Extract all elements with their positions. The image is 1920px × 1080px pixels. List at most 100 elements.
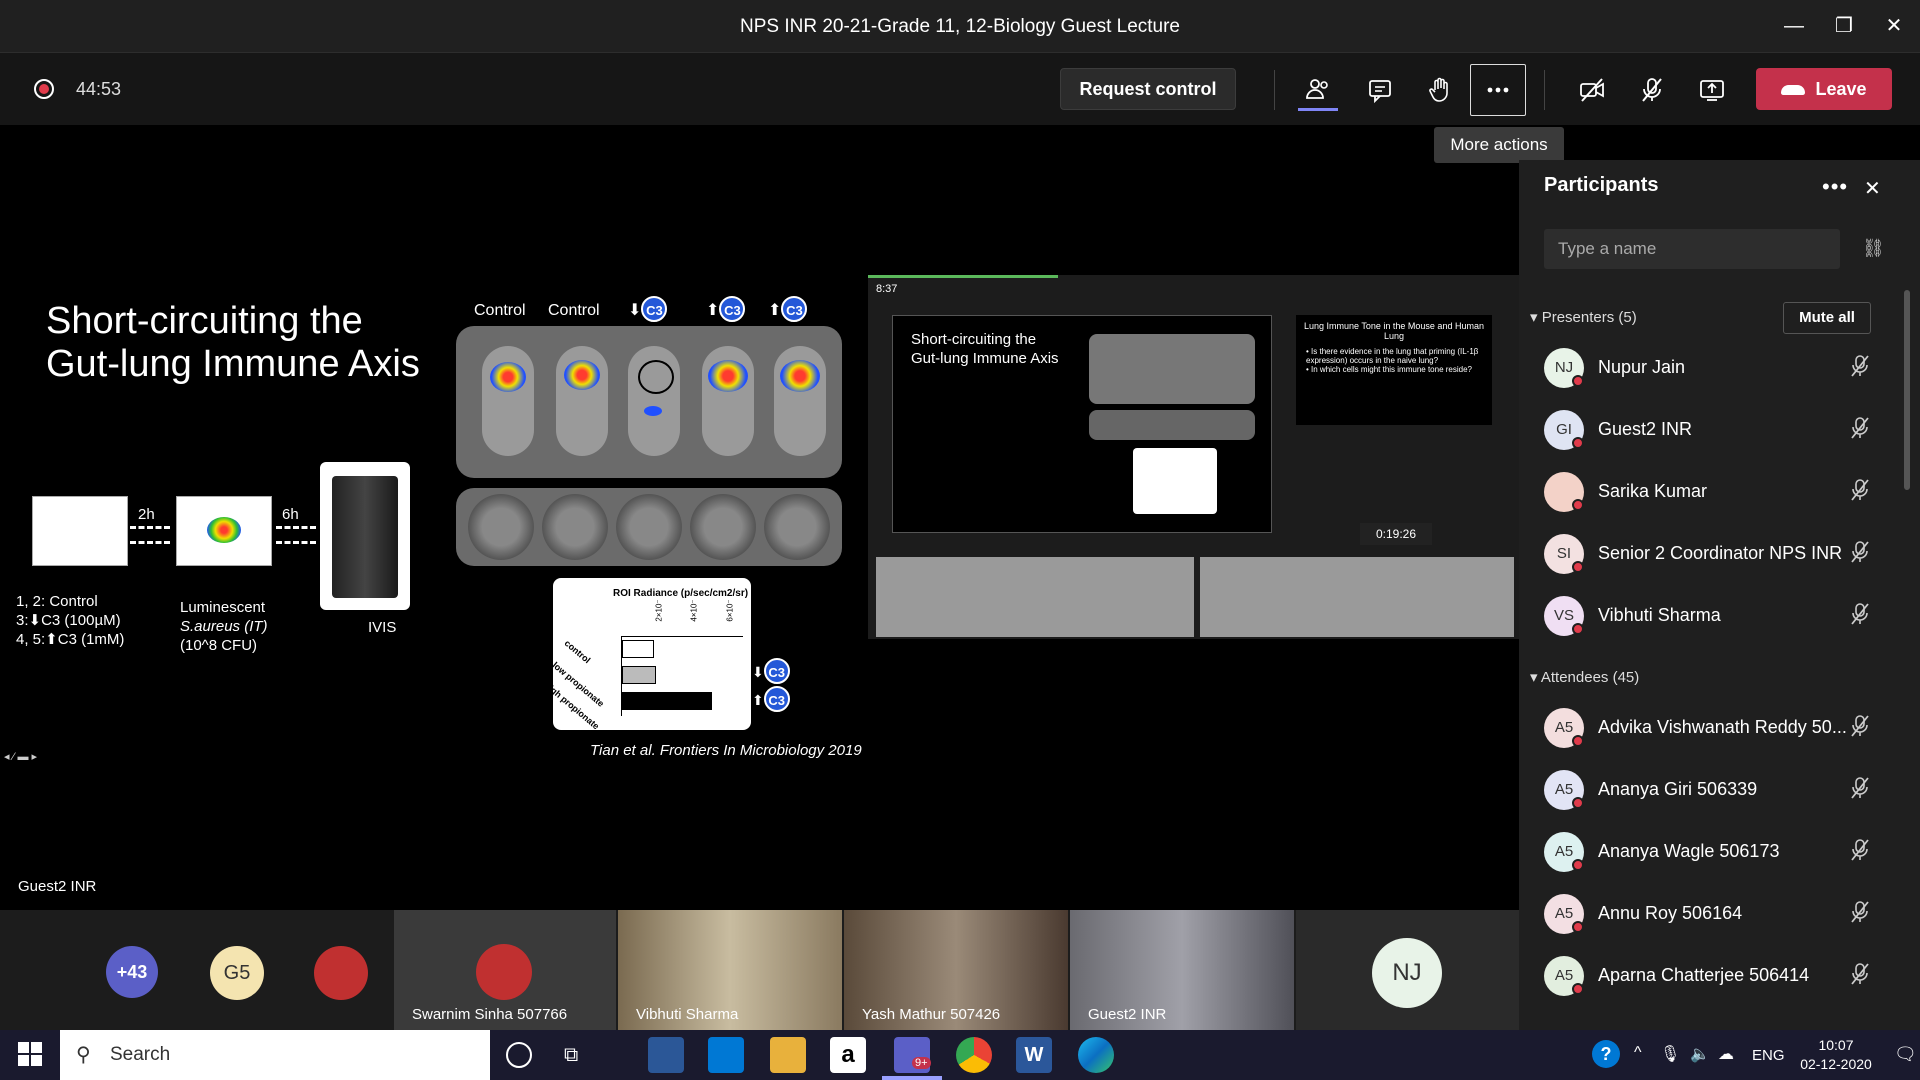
step-label-6h: 6h: [282, 506, 299, 523]
search-icon: ⚲: [76, 1044, 91, 1066]
video-tile[interactable]: NJ: [1296, 910, 1519, 1030]
participant-row[interactable]: GI Guest2 INR: [1544, 405, 1884, 455]
status-dot: [1572, 499, 1584, 511]
row-label: control: [562, 638, 593, 666]
leave-button[interactable]: Leave: [1756, 68, 1892, 110]
teams-badge: 9+: [912, 1057, 931, 1069]
word-app-icon[interactable]: W: [1016, 1037, 1052, 1073]
chart-c3-low-marker: ⬇ C3: [752, 658, 790, 684]
presenters-section-header[interactable]: ▾ Presenters (5): [1530, 308, 1637, 326]
leave-label: Leave: [1815, 79, 1867, 99]
panel-more-icon[interactable]: •••: [1822, 174, 1848, 200]
close-window-button[interactable]: ✕: [1874, 8, 1914, 44]
amazon-app-icon[interactable]: a: [830, 1037, 866, 1073]
close-panel-icon[interactable]: ✕: [1864, 176, 1881, 201]
active-app-indicator: [882, 1076, 942, 1080]
participant-row[interactable]: SI Senior 2 Coordinator NPS INR: [1544, 529, 1884, 579]
teams-app-icon[interactable]: 9+: [894, 1037, 931, 1073]
panel-scrollbar[interactable]: [1904, 290, 1910, 490]
participant-row[interactable]: NJ Nupur Jain: [1544, 343, 1884, 393]
onedrive-cloud-icon[interactable]: ☁: [1718, 1044, 1734, 1064]
mic-toggle-button[interactable]: [1624, 64, 1680, 116]
video-tile[interactable]: Guest2 INR: [1070, 910, 1294, 1030]
clock-date: 02-12-2020: [1800, 1056, 1872, 1072]
thumbnail-slide: Short-circuiting the Gut-lung Immune Axi…: [892, 315, 1272, 533]
speaker-tray-icon[interactable]: 🔈: [1690, 1044, 1710, 1064]
share-screen-icon: [1700, 80, 1724, 101]
ivis-label: IVIS: [368, 619, 397, 636]
taskbar-search-box[interactable]: ⚲ Search: [60, 1030, 490, 1080]
video-tile[interactable]: Yash Mathur 507426: [844, 910, 1068, 1030]
mouse-drawing: [32, 496, 128, 566]
step-label-2h: 2h: [138, 506, 155, 523]
participant-name: Nupur Jain: [1598, 357, 1686, 377]
participant-avatar-image[interactable]: [314, 946, 368, 1000]
speaker-name-label: Guest2 INR: [18, 878, 97, 895]
slide-title: Short-circuiting the Gut-lung Immune Axi…: [46, 300, 420, 385]
show-conversation-button[interactable]: [1352, 64, 1408, 116]
participant-name: Sarika Kumar: [1598, 481, 1708, 501]
mouse-image: [774, 346, 826, 456]
note-line: S.aureus (IT): [180, 618, 268, 635]
participant-row[interactable]: VS Vibhuti Sharma: [1544, 591, 1884, 641]
more-actions-tooltip: More actions: [1434, 127, 1564, 163]
share-content-button[interactable]: [1684, 64, 1740, 116]
help-icon[interactable]: ?: [1592, 1040, 1620, 1068]
edge-app-icon[interactable]: [1078, 1037, 1114, 1073]
cortana-icon[interactable]: [506, 1042, 532, 1068]
show-hidden-icons-chevron-icon[interactable]: ^: [1634, 1044, 1642, 1062]
raise-hand-button[interactable]: [1412, 64, 1468, 116]
publisher-app-icon[interactable]: [648, 1037, 684, 1073]
status-dot: [1572, 561, 1584, 573]
tile-name: Yash Mathur 507426: [862, 1006, 1001, 1023]
note-line: Luminescent: [180, 599, 266, 616]
participant-row[interactable]: A5 Annu Roy 506164: [1544, 889, 1884, 939]
minimize-button[interactable]: —: [1774, 8, 1814, 44]
shared-screen-preview: 8:37 Short-circuiting the Gut-lung Immun…: [868, 275, 1520, 639]
participant-row[interactable]: A5 Ananya Wagle 506173: [1544, 827, 1884, 877]
participant-row[interactable]: Sarika Kumar: [1544, 467, 1884, 517]
maximize-button[interactable]: ❐: [1824, 8, 1864, 44]
meeting-timer: 44:53: [76, 79, 122, 99]
microphone-tray-icon[interactable]: 🎙: [1660, 1044, 1680, 1064]
c3-badge: C3: [763, 658, 790, 684]
slide-nav-controls[interactable]: ◂ ⁄ ▬ ▸: [4, 750, 37, 763]
mic-off-icon: [1851, 901, 1869, 923]
participant-search-input[interactable]: Type a name: [1544, 229, 1840, 269]
video-tile[interactable]: Swarnim Sinha 507766: [394, 910, 616, 1030]
more-actions-button[interactable]: [1470, 64, 1526, 116]
participant-row[interactable]: A5 Ananya Giri 506339: [1544, 765, 1884, 815]
video-tile[interactable]: Vibhuti Sharma: [618, 910, 842, 1030]
participant-avatar[interactable]: G5: [210, 946, 264, 1000]
participant-row[interactable]: A5 Advika Vishwanath Reddy 50...: [1544, 703, 1884, 753]
participant-name: Ananya Wagle 506173: [1598, 841, 1780, 861]
participant-gallery: +43 G5 Swarnim Sinha 507766 Vibhuti Shar…: [0, 910, 1519, 1030]
mute-all-button[interactable]: Mute all: [1783, 302, 1871, 334]
petri-dish-image: [616, 494, 682, 560]
mic-off-icon: [1851, 479, 1869, 501]
windows-start-icon[interactable]: [16, 1040, 44, 1068]
overflow-participants-button[interactable]: +43: [106, 946, 158, 998]
status-dot: [1572, 735, 1584, 747]
column-label-c3-low: ⬇ C3: [628, 296, 668, 322]
notifications-icon[interactable]: 🗨: [1894, 1044, 1917, 1065]
hand-icon: [1429, 77, 1448, 102]
task-view-icon[interactable]: ⧉: [564, 1044, 578, 1067]
mic-off-icon: [1851, 355, 1869, 377]
file-explorer-icon[interactable]: [770, 1037, 806, 1073]
language-indicator[interactable]: ENG: [1752, 1047, 1785, 1064]
taskbar-clock[interactable]: 10:07 02-12-2020: [1790, 1036, 1882, 1074]
participants-title: Participants: [1544, 174, 1659, 196]
mic-off-icon: [1851, 777, 1869, 799]
request-control-button[interactable]: Request control: [1060, 68, 1236, 110]
mail-app-icon[interactable]: [708, 1037, 744, 1073]
attendees-section-header[interactable]: ▾ Attendees (45): [1530, 668, 1639, 686]
tick-label: 4×10⁻: [689, 599, 699, 622]
recording-icon: [34, 79, 54, 99]
share-invite-link-icon[interactable]: ⛓: [1862, 238, 1885, 259]
luminescent-note: Luminescent S.aureus (IT) (10^8 CFU): [180, 598, 268, 655]
camera-toggle-button[interactable]: [1564, 64, 1620, 116]
chart-title: ROI Radiance (p/sec/cm2/sr): [613, 588, 749, 599]
participant-row[interactable]: A5 Aparna Chatterjee 506414: [1544, 951, 1884, 1001]
chrome-app-icon[interactable]: [956, 1037, 992, 1073]
